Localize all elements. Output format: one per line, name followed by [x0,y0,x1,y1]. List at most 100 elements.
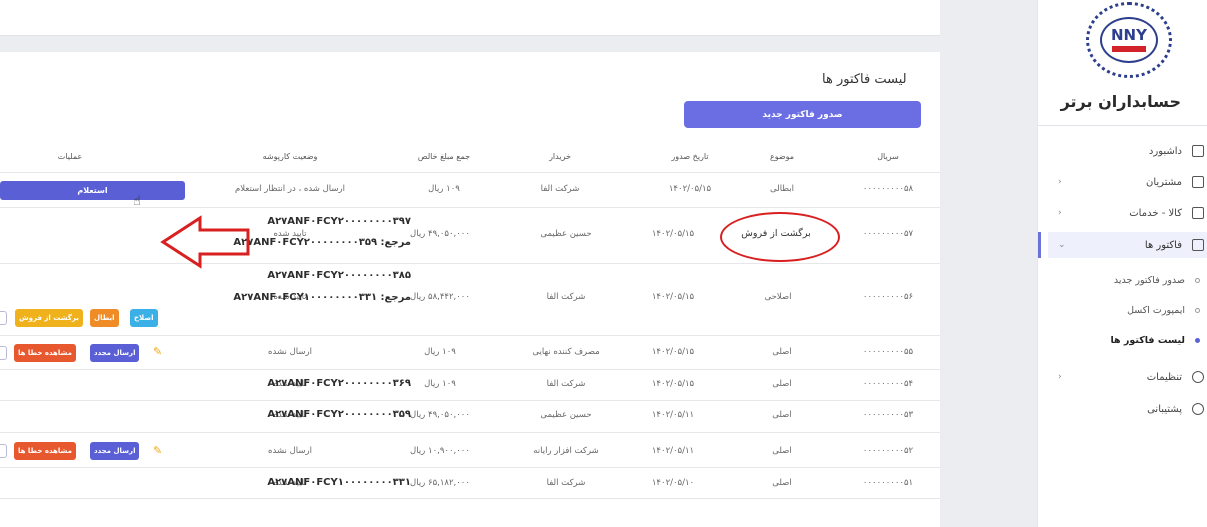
column-header-buyer: خریدار [549,152,571,161]
cell-buyer: مصرف کننده نهایی [532,347,600,357]
cell-total: ۱۰۹ ریال [424,379,456,389]
sidebar-item-invoices[interactable]: فاکتور ها ⌄ [1038,232,1207,258]
sidebar-item-label: تنظیمات [1146,371,1182,383]
chevron-icon: ‹ [1058,177,1062,187]
divider [0,369,940,370]
column-header-net-total: جمع مبلغ خالص [417,152,471,161]
cancel-invoice-button[interactable]: ابطال [90,309,119,327]
cell-total: ۴۹,۰۵۰,۰۰۰ ریال [410,229,470,239]
cell-buyer: حسین عظیمی [540,229,592,239]
cell-buyer: شرکت الفا [546,379,586,389]
cell-serial: ۰۰۰۰۰۰۰۰۰۵۱ [862,478,914,488]
new-invoice-button[interactable]: صدور فاکتور جدید [684,101,921,128]
cell-date: ۱۴۰۲/۰۵/۱۱ [651,410,695,420]
view-errors-button[interactable]: مشاهده خطا ها [14,344,76,362]
sidebar-item-dashboard[interactable]: داشبورد [1048,138,1207,164]
more-options-button[interactable] [0,311,7,325]
column-header-issue-date: تاریخ صدور [671,152,709,161]
divider [0,172,940,173]
edit-icon[interactable]: ✎ [153,345,162,358]
cell-serial: ۰۰۰۰۰۰۰۰۰۵۸ [862,184,914,194]
cell-serial: ۰۰۰۰۰۰۰۰۰۵۳ [862,410,914,420]
reference-label: مرجع: [380,292,411,303]
logo-mark: NNY [1111,26,1147,44]
cell-total: ۱۰۹ ریال [428,184,460,194]
cell-date: ۱۴۰۲/۰۵/۱۵ [651,229,695,239]
cell-total: ۶۵,۱۸۲,۰۰۰ ریال [410,478,470,488]
sidebar-subitem-new-invoice[interactable]: صدور فاکتور جدید [1048,270,1203,290]
sidebar-item-settings[interactable]: تنظیمات ‹ [1048,364,1207,390]
reference-number: A۲۷ANF۰FCY۱۰۰۰۰۰۰۰۰۳۳۱ [267,477,411,488]
reference-number: A۲۷ANF۰FCY۲۰۰۰۰۰۰۰۰۳۹۷ [267,216,411,227]
column-header-topic: موضوع [769,152,795,161]
bullet-icon [1195,337,1200,343]
cell-topic: اصلاحی [764,292,792,302]
column-header-operations: عملیات [57,152,83,161]
sidebar-item-support[interactable]: پشتیبانی [1048,396,1207,422]
column-header-status: وضعیت کارپوشه [262,152,318,161]
cell-status: ارسال نشده [268,446,312,456]
divider [0,498,940,499]
support-icon [1192,403,1204,415]
sidebar-subitem-excel-import[interactable]: ایمپورت اکسل [1048,300,1203,320]
resend-button[interactable]: ارسال مجدد [90,344,140,362]
sidebar-item-label: داشبورد [1148,145,1182,157]
highlight-circle-annotation [720,212,840,262]
resend-button[interactable]: ارسال مجدد [90,442,140,460]
cell-date: ۱۴۰۲/۰۵/۱۰ [651,478,695,488]
cell-total: ۱۰,۹۰۰,۰۰۰ ریال [410,446,470,456]
cell-serial: ۰۰۰۰۰۰۰۰۰۵۴ [862,379,914,389]
cell-date: ۱۴۰۲/۰۵/۱۱ [651,446,695,456]
chevron-icon: ‹ [1058,208,1062,218]
home-icon [1192,145,1204,157]
sidebar-item-label: پشتیبانی [1147,403,1182,415]
cell-date: ۱۴۰۲/۰۵/۱۵ [651,292,695,302]
cell-topic: اصلی [772,478,792,488]
cell-serial: ۰۰۰۰۰۰۰۰۰۵۵ [862,347,914,357]
cell-buyer: حسین عظیمی [540,410,592,420]
cell-date: ۱۴۰۲/۰۵/۱۵ [651,379,695,389]
sidebar-item-label: کالا - خدمات [1129,207,1182,219]
cell-total: ۴۹,۰۵۰,۰۰۰ ریال [410,410,470,420]
return-from-sale-button[interactable]: برگشت از فروش [15,309,83,327]
logo-emblem: NNY [1100,17,1158,63]
cell-date: ۱۴۰۲/۰۵/۱۵ [668,184,712,194]
cell-buyer: شرکت افزار رایانه [533,446,599,456]
sidebar: NNY حسابداران برتر داشبورد مشتریان ‹ کال… [1037,0,1207,527]
more-options-button[interactable] [0,444,7,458]
sidebar-subitem-invoice-list[interactable]: لیست فاکتور ها [1048,330,1203,350]
cell-status: ارسال شده ، در انتظار استعلام [235,184,345,194]
cell-serial: ۰۰۰۰۰۰۰۰۰۵۷ [862,229,914,239]
inquiry-button[interactable]: استعلام [0,181,185,200]
logo-bar [1112,46,1146,52]
edit-icon[interactable]: ✎ [153,444,162,457]
cell-topic: اصلی [772,446,792,456]
sidebar-subitem-label: ایمپورت اکسل [1127,304,1185,316]
cell-topic: ابطالی [770,184,794,194]
cell-serial: ۰۰۰۰۰۰۰۰۰۵۶ [862,292,914,302]
sidebar-subitem-label: صدور فاکتور جدید [1113,274,1185,286]
reference-original: مرجع: A۲۷ANF۰FCY۱۰۰۰۰۰۰۰۰۳۳۱ [233,292,411,303]
cell-buyer: شرکت الفا [546,292,586,302]
sidebar-item-label: مشتریان [1146,176,1182,188]
cell-buyer: شرکت الفا [540,184,580,194]
page-title: لیست فاکتور ها [822,72,907,87]
users-icon [1192,176,1204,188]
cell-topic: اصلی [772,379,792,389]
divider [0,263,940,264]
fix-button[interactable]: اصلاح [130,309,158,327]
divider [1038,125,1207,126]
invoice-icon [1192,239,1204,251]
reference-number: A۲۷ANF۰FCY۲۰۰۰۰۰۰۰۰۳۶۹ [267,378,411,389]
cell-serial: ۰۰۰۰۰۰۰۰۰۵۲ [862,446,914,456]
bullet-icon [1195,307,1200,313]
cell-total: ۱۰۹ ریال [424,347,456,357]
view-errors-button[interactable]: مشاهده خطا ها [14,442,76,460]
cell-total: ۵۸,۴۴۲,۰۰۰ ریال [410,292,470,302]
sidebar-item-customers[interactable]: مشتریان ‹ [1048,169,1207,195]
more-options-button[interactable] [0,346,7,360]
mouse-cursor-icon: ☝ [133,194,141,209]
sidebar-item-products[interactable]: کالا - خدمات ‹ [1048,200,1207,226]
reference-label: مرجع: [380,237,411,248]
divider [0,207,940,208]
